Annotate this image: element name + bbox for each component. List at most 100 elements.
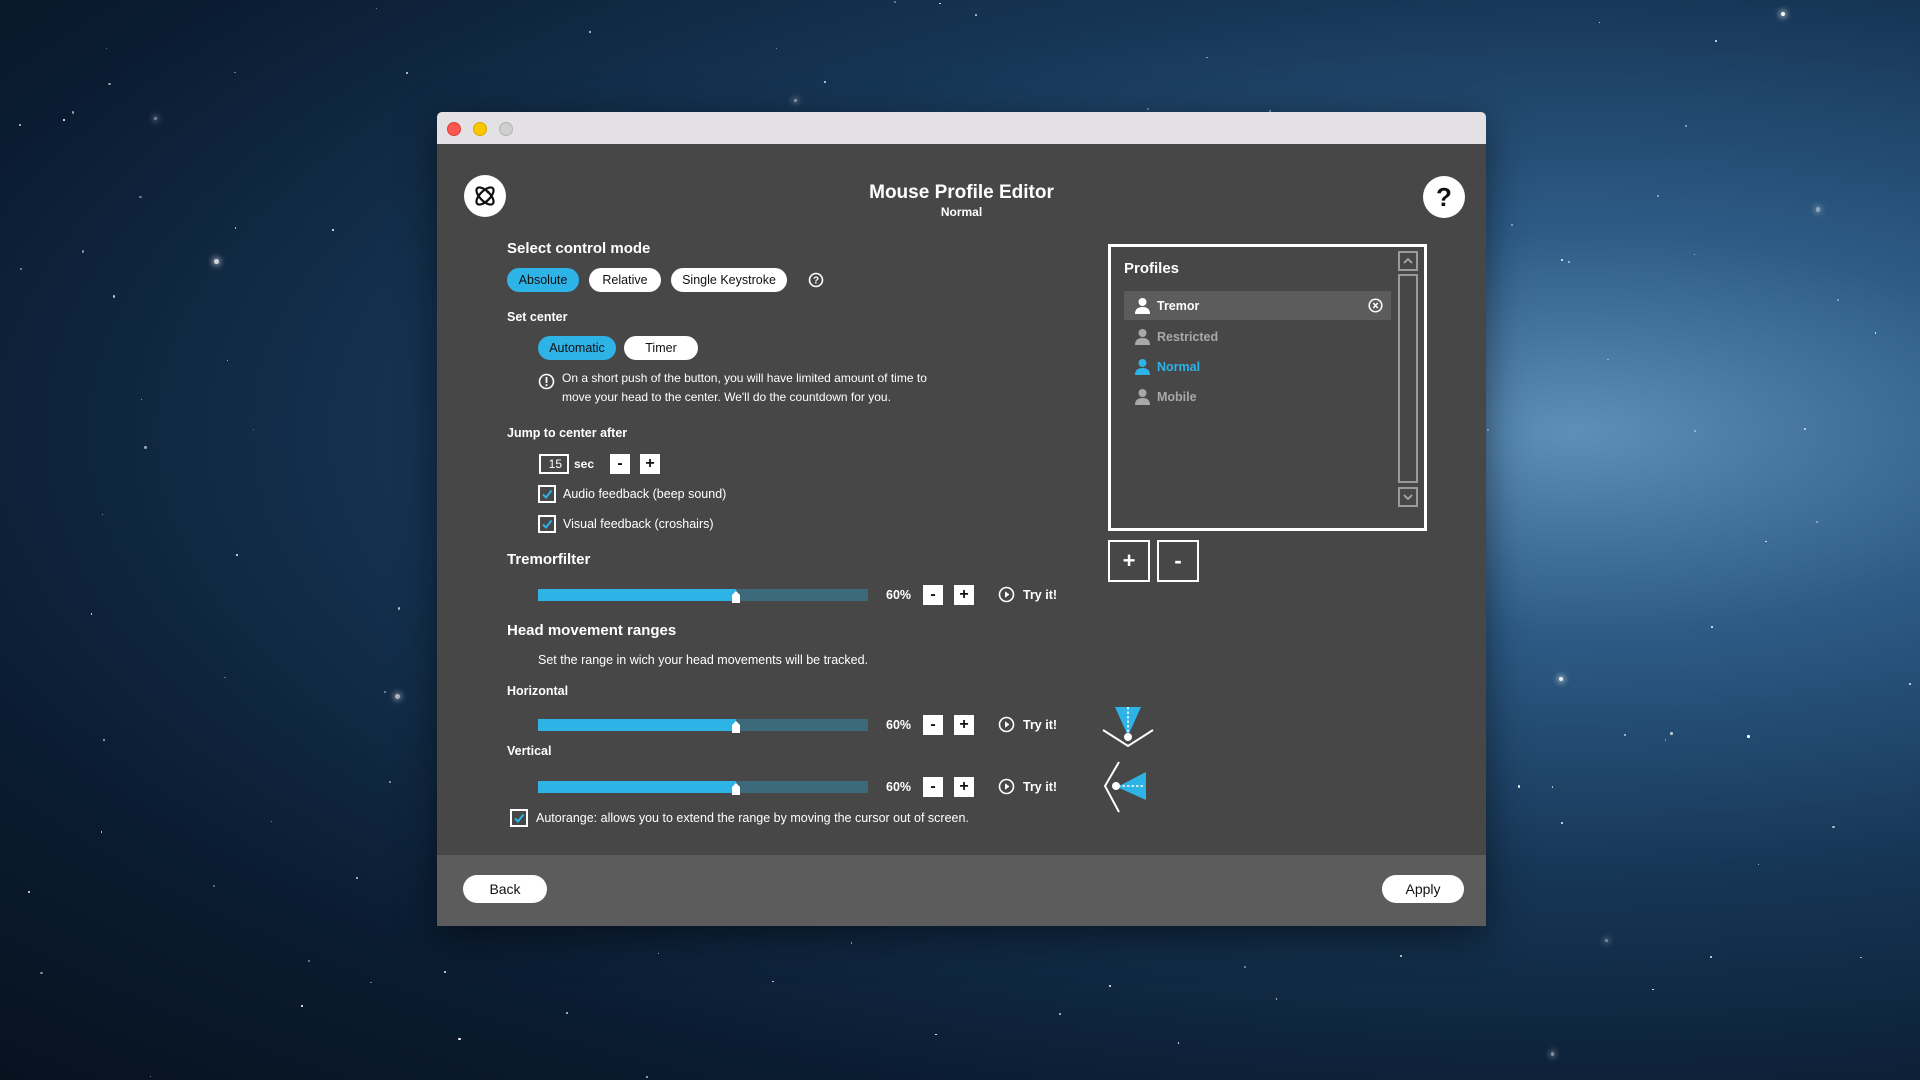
profile-item[interactable]: Mobile — [1124, 382, 1391, 411]
star — [1511, 223, 1514, 226]
star — [1693, 430, 1696, 433]
star — [140, 399, 142, 401]
delete-profile-icon[interactable] — [1368, 298, 1383, 313]
star — [1908, 683, 1912, 686]
star — [1560, 258, 1563, 261]
star — [235, 554, 238, 557]
star — [1860, 956, 1862, 958]
profile-item[interactable]: Normal — [1124, 352, 1391, 381]
vertical-increment-button[interactable]: + — [954, 777, 974, 797]
center-timer-button[interactable]: Timer — [624, 336, 698, 360]
jump-increment-button[interactable]: + — [640, 454, 660, 474]
star — [935, 1033, 937, 1036]
star — [40, 972, 43, 975]
star — [1598, 22, 1601, 24]
horizontal-decrement-button[interactable]: - — [923, 715, 943, 735]
horizontal-range-slider[interactable] — [538, 719, 868, 733]
vertical-range-slider[interactable] — [538, 781, 868, 795]
remove-profile-button[interactable]: - — [1157, 540, 1199, 582]
jump-seconds-input[interactable]: 15 — [539, 454, 569, 474]
star — [144, 446, 147, 449]
star — [332, 229, 335, 232]
star — [1551, 786, 1554, 788]
app-window: Mouse Profile Editor Normal ? Select con… — [437, 112, 1486, 926]
close-window-button[interactable] — [447, 122, 461, 136]
help-button[interactable]: ? — [1423, 176, 1465, 218]
profile-name: Restricted — [1157, 329, 1219, 344]
star — [1670, 732, 1673, 735]
vertical-range-icon — [1103, 761, 1146, 813]
star — [301, 1004, 303, 1007]
star — [894, 1, 897, 4]
chevron-down-icon — [1403, 494, 1413, 501]
star — [1561, 821, 1564, 824]
star — [1486, 428, 1489, 431]
zoom-window-button[interactable] — [499, 122, 513, 136]
play-circle-icon — [998, 586, 1015, 603]
tremorfilter-increment-button[interactable]: + — [954, 585, 974, 605]
question-mark-icon: ? — [1436, 181, 1452, 212]
tremorfilter-decrement-button[interactable]: - — [923, 585, 943, 605]
star — [307, 960, 310, 963]
star — [1059, 1013, 1062, 1016]
user-icon — [1135, 359, 1150, 375]
slider-thumb[interactable] — [732, 721, 740, 733]
slider-thumb[interactable] — [732, 783, 740, 795]
horizontal-value: 60% — [886, 718, 912, 732]
autorange-checkbox[interactable] — [510, 809, 528, 827]
checkmark-icon — [542, 519, 553, 530]
mode-absolute-button[interactable]: Absolute — [507, 268, 579, 292]
vertical-value: 60% — [886, 780, 912, 794]
visual-feedback-checkbox[interactable] — [538, 515, 556, 533]
star — [1568, 261, 1571, 264]
star — [100, 830, 103, 833]
slider-fill — [538, 589, 736, 601]
apply-button[interactable]: Apply — [1382, 875, 1464, 903]
star — [1623, 734, 1626, 737]
star — [1517, 785, 1521, 788]
scroll-up-button[interactable] — [1398, 251, 1418, 271]
tremorfilter-slider[interactable] — [538, 589, 868, 603]
star — [224, 676, 226, 678]
page-title: Mouse Profile Editor — [869, 182, 1054, 203]
star — [356, 876, 359, 879]
mode-single-keystroke-button[interactable]: Single Keystroke — [671, 268, 787, 292]
user-icon — [1135, 298, 1150, 314]
star — [1664, 739, 1667, 741]
star — [772, 980, 774, 983]
question-circle-icon[interactable]: ? — [808, 272, 824, 288]
star — [214, 258, 219, 264]
vertical-decrement-button[interactable]: - — [923, 777, 943, 797]
jump-decrement-button[interactable]: - — [610, 454, 630, 474]
mode-relative-button[interactable]: Relative — [589, 268, 661, 292]
star — [1607, 358, 1609, 361]
star — [90, 613, 93, 615]
star — [398, 607, 401, 610]
scrollbar-track[interactable] — [1398, 274, 1418, 483]
try-label: Try it! — [1023, 779, 1058, 794]
star — [1108, 984, 1111, 987]
profile-item[interactable]: Tremor — [1124, 291, 1391, 320]
title-bar — [437, 112, 1486, 144]
profile-item[interactable]: Restricted — [1124, 322, 1391, 351]
star — [1803, 428, 1806, 431]
star — [62, 119, 65, 121]
horizontal-increment-button[interactable]: + — [954, 715, 974, 735]
play-circle-icon — [998, 716, 1015, 733]
page-subtitle: Normal — [940, 205, 983, 219]
audio-feedback-checkbox[interactable] — [538, 485, 556, 503]
back-button[interactable]: Back — [463, 875, 547, 903]
visual-feedback-label: Visual feedback (croshairs) — [563, 517, 714, 531]
slider-thumb[interactable] — [732, 591, 740, 603]
try-label: Try it! — [1023, 717, 1058, 732]
tremorfilter-try-button[interactable]: Try it! — [998, 586, 1057, 603]
scroll-down-button[interactable] — [1398, 487, 1418, 507]
add-profile-button[interactable]: + — [1108, 540, 1150, 582]
center-automatic-button[interactable]: Automatic — [538, 336, 616, 360]
info-icon — [538, 373, 555, 390]
horizontal-try-button[interactable]: Try it! — [998, 716, 1057, 733]
minimize-window-button[interactable] — [473, 122, 487, 136]
vertical-try-button[interactable]: Try it! — [998, 778, 1057, 795]
star — [793, 98, 797, 102]
slider-fill — [538, 719, 736, 731]
